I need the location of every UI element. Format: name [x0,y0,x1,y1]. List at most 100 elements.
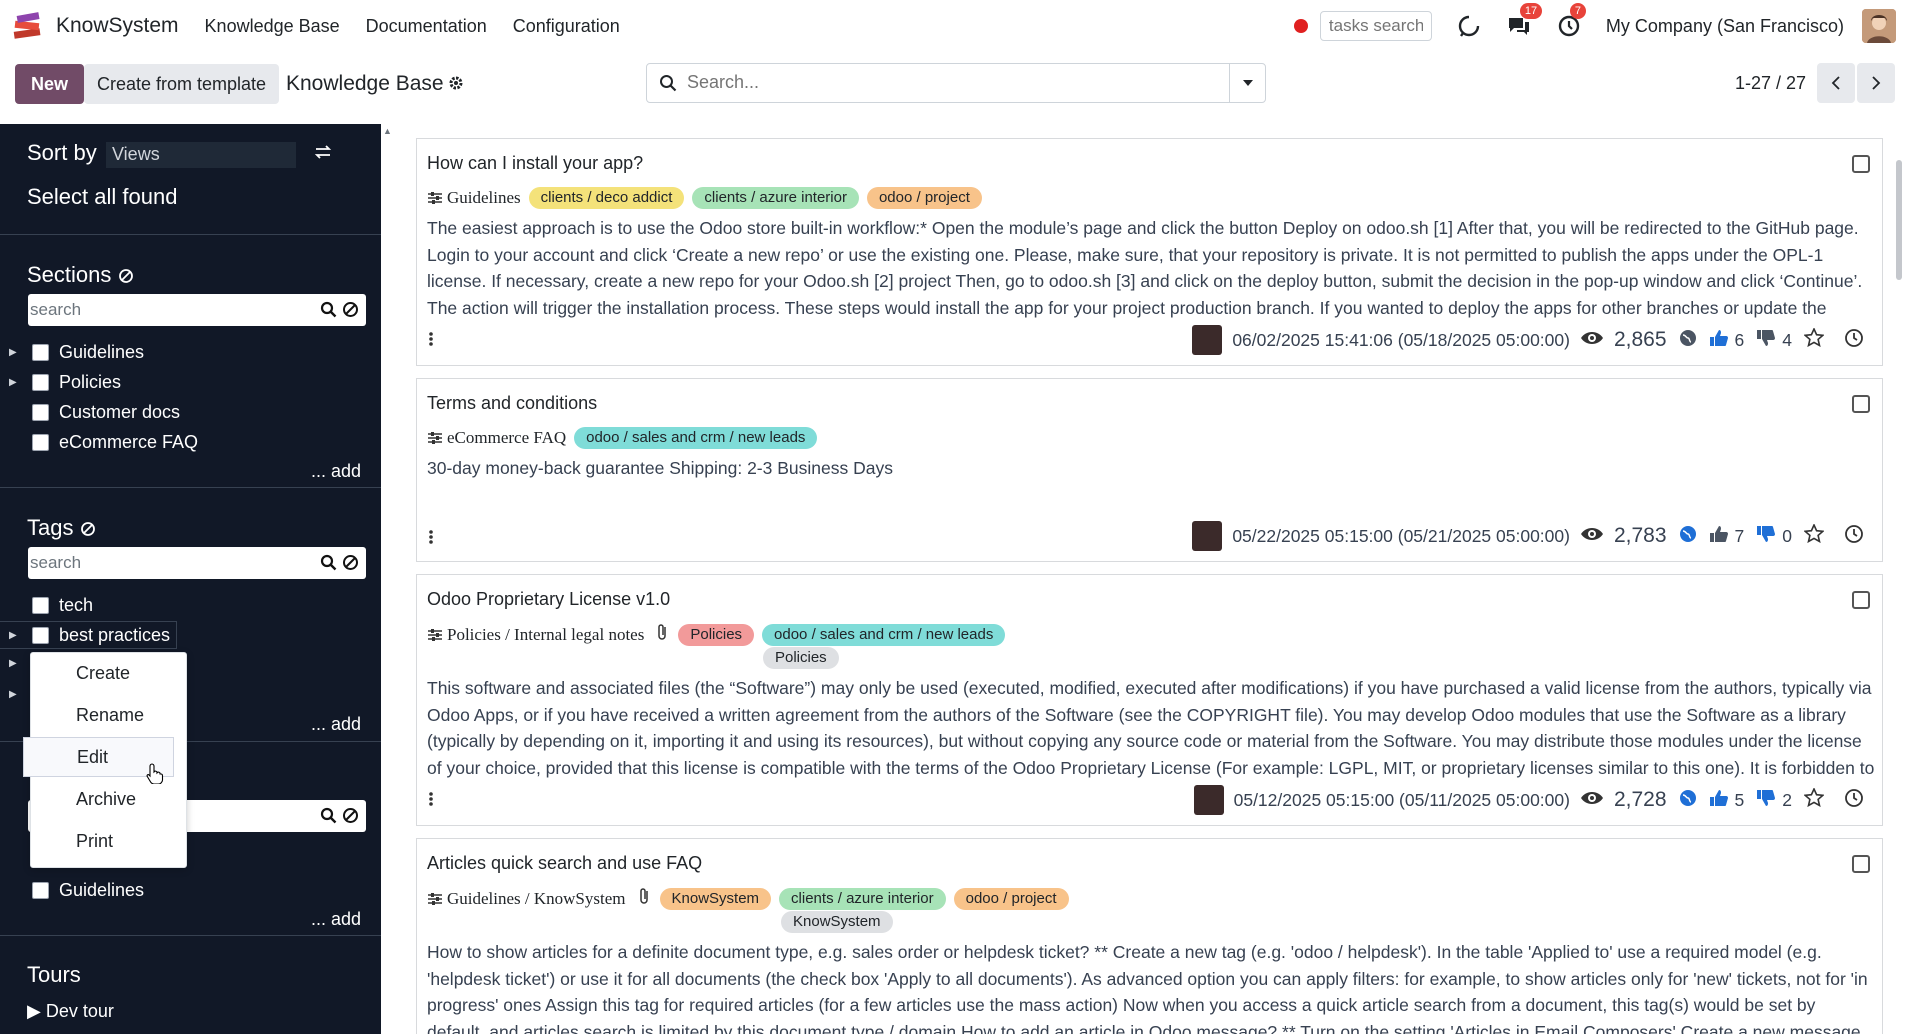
article-card[interactable]: How can I install your app? Guidelines c… [416,138,1883,366]
section-item-policies[interactable]: ▶ Policies [0,368,121,396]
context-menu-create[interactable]: Create [23,653,173,693]
thumbs-up-icon[interactable] [1709,525,1729,548]
refresh-icon[interactable] [1456,13,1482,39]
globe-icon[interactable] [1679,525,1697,548]
tag-badge[interactable]: odoo / sales and crm / new leads [574,427,818,449]
article-section[interactable]: Guidelines [447,188,521,208]
star-icon[interactable] [1803,787,1825,812]
thumbs-down-icon[interactable] [1756,525,1776,548]
app-name[interactable]: KnowSystem [56,14,179,38]
checkbox[interactable] [32,881,49,899]
checkbox[interactable] [32,373,49,391]
author-avatar[interactable] [1193,785,1224,815]
sort-by-select[interactable]: Views [106,142,296,168]
checkbox[interactable] [32,626,49,644]
tag-badge[interactable]: odoo / project [866,187,982,209]
pager-value[interactable]: 1-27 / 27 [1735,73,1806,94]
menu-documentation[interactable]: Documentation [366,16,487,37]
scroll-up-arrow-icon[interactable]: ▲ [383,126,392,136]
expand-caret-icon[interactable]: ▶ [9,689,23,700]
tags-search-input[interactable]: search [28,547,366,579]
thumbs-up-icon[interactable] [1709,329,1729,352]
globe-icon[interactable] [1679,329,1697,352]
author-avatar[interactable] [1192,325,1223,355]
tag-badge[interactable]: clients / deco addict [528,187,685,209]
scrollbar-thumb[interactable] [1896,160,1902,280]
pager-next-button[interactable] [1857,63,1895,103]
checkbox[interactable] [32,433,49,451]
type-badge[interactable]: Policies [763,647,839,669]
more-options-icon[interactable] [429,331,433,352]
sections-search-input[interactable]: search [28,294,366,326]
expand-caret-icon[interactable]: ▶ [9,658,23,669]
article-select-checkbox[interactable] [1852,591,1870,609]
tag-badge[interactable]: KnowSystem [659,887,772,910]
create-from-template-button[interactable]: Create from template [84,64,280,104]
checkbox[interactable] [32,403,49,421]
globe-icon[interactable] [1679,789,1697,812]
tasks-search-input[interactable] [1319,11,1432,41]
gear-icon[interactable] [448,75,464,96]
pager-previous-button[interactable] [1817,63,1855,103]
article-section[interactable]: Guidelines / KnowSystem [447,889,626,909]
tag-badge[interactable]: Policies [678,623,755,646]
company-switcher[interactable]: My Company (San Francisco) [1606,16,1844,37]
menu-configuration[interactable]: Configuration [513,16,620,37]
sort-direction-swap-icon[interactable] [314,144,332,165]
activity-clock-icon[interactable] [1844,524,1864,549]
section-item-guidelines[interactable]: ▶ Guidelines [0,338,144,366]
add-type-link[interactable]: ... add [311,909,361,930]
author-avatar[interactable] [1192,521,1223,551]
search-icon[interactable] [320,301,337,323]
search-icon[interactable] [320,554,337,576]
article-select-checkbox[interactable] [1852,395,1870,413]
context-menu-print[interactable]: Print [23,821,173,861]
activity-clock-icon[interactable] [1844,788,1864,813]
search-icon[interactable] [320,807,337,829]
expand-caret-icon[interactable]: ▶ [9,630,23,641]
paperclip-icon[interactable] [656,623,670,646]
paperclip-icon[interactable] [638,887,652,910]
add-section-link[interactable]: ... add [311,461,361,482]
clear-icon[interactable] [342,554,359,576]
more-options-icon[interactable] [429,791,433,812]
tag-item-best-practices[interactable]: ▶ best practices [0,621,178,649]
messages-icon[interactable]: 17 [1506,3,1543,39]
thumbs-down-icon[interactable] [1756,789,1776,812]
section-item-customer-docs[interactable]: Customer docs [0,398,180,426]
article-title[interactable]: How can I install your app? [427,153,643,174]
star-icon[interactable] [1803,523,1825,548]
record-indicator-icon[interactable] [1293,19,1308,33]
tour-item-dev-tour[interactable]: ▶ Dev tour [27,1001,114,1022]
expand-caret-icon[interactable]: ▶ [9,347,23,358]
article-select-checkbox[interactable] [1852,155,1870,173]
article-section[interactable]: Policies / Internal legal notes [447,625,644,645]
article-title[interactable]: Odoo Proprietary License v1.0 [427,589,670,610]
tag-badge[interactable]: clients / azure interior [779,887,946,910]
article-card[interactable]: Articles quick search and use FAQ Guidel… [416,838,1883,1034]
search-input[interactable] [687,72,1207,93]
section-item-ecommerce-faq[interactable]: eCommerce FAQ [0,428,198,456]
tag-badge[interactable]: odoo / project [953,887,1069,910]
thumbs-down-icon[interactable] [1756,329,1776,352]
tag-badge[interactable]: clients / azure interior [692,187,859,209]
context-menu-rename[interactable]: Rename [23,695,173,735]
add-tag-link[interactable]: ... add [311,714,361,735]
star-icon[interactable] [1803,327,1825,352]
type-item-guidelines[interactable]: Guidelines [0,876,144,904]
activities-clock-icon[interactable]: 7 [1556,3,1587,39]
menu-knowledge-base[interactable]: Knowledge Base [205,16,340,37]
user-avatar[interactable] [1862,9,1896,43]
article-section[interactable]: eCommerce FAQ [447,428,566,448]
new-button[interactable]: New [15,64,85,104]
type-badge[interactable]: KnowSystem [781,911,893,933]
article-card[interactable]: Terms and conditions eCommerce FAQ odoo … [416,378,1883,562]
app-logo-icon[interactable] [10,8,46,44]
more-options-icon[interactable] [429,529,433,550]
article-title[interactable]: Articles quick search and use FAQ [427,853,702,874]
article-card[interactable]: Odoo Proprietary License v1.0 Policies /… [416,574,1883,826]
thumbs-up-icon[interactable] [1709,789,1729,812]
checkbox[interactable] [32,596,49,614]
activity-clock-icon[interactable] [1844,328,1864,353]
select-all-found[interactable]: Select all found [27,184,177,210]
